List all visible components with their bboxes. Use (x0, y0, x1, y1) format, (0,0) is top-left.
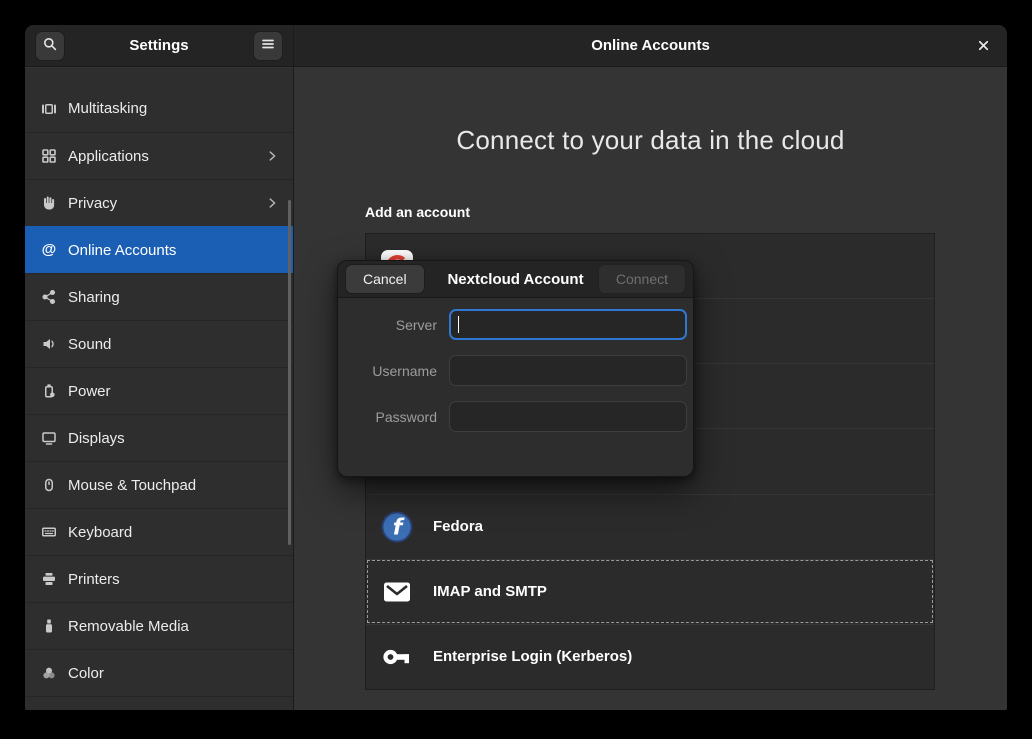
sidebar: Multitasking Applications Privacy @ Onli… (25, 68, 293, 710)
sidebar-item-label: Displays (68, 430, 125, 447)
sidebar-item-privacy[interactable]: Privacy (25, 179, 293, 226)
server-field-row: Server (338, 309, 687, 340)
password-field-row: Password (338, 401, 687, 432)
sound-icon (41, 336, 57, 352)
sidebar-item-applications[interactable]: Applications (25, 132, 293, 179)
printers-icon (41, 571, 57, 587)
hamburger-menu-icon (260, 36, 276, 57)
sidebar-item-label: Power (68, 383, 111, 400)
sidebar-titlebar: Settings (25, 25, 293, 67)
username-input[interactable] (449, 355, 687, 386)
text-cursor (458, 316, 459, 333)
sidebar-item-sharing[interactable]: Sharing (25, 273, 293, 320)
sidebar-item-label: Keyboard (68, 524, 132, 541)
online-accounts-icon: @ (41, 242, 57, 258)
sidebar-item-label: Sharing (68, 289, 120, 306)
email-icon (381, 576, 413, 608)
sidebar-item-online-accounts[interactable]: @ Online Accounts (25, 226, 293, 273)
sidebar-item-keyboard[interactable]: Keyboard (25, 508, 293, 555)
sidebar-item-label: Applications (68, 148, 149, 165)
page-title: Online Accounts (294, 37, 1007, 54)
account-row-label: Enterprise Login (Kerberos) (433, 648, 632, 665)
sidebar-scrollbar[interactable] (288, 200, 291, 545)
close-window-button[interactable] (975, 38, 991, 54)
search-icon (42, 36, 58, 57)
multitasking-icon (41, 101, 57, 117)
sidebar-item-mouse-touchpad[interactable]: Mouse & Touchpad (25, 461, 293, 508)
panel-heading: Connect to your data in the cloud (294, 125, 1007, 156)
connect-button[interactable]: Connect (598, 264, 686, 294)
sharing-icon (41, 289, 57, 305)
displays-icon (41, 430, 57, 446)
sidebar-item-label: Privacy (68, 195, 117, 212)
sidebar-item-label: Sound (68, 336, 111, 353)
key-icon (381, 641, 413, 673)
power-icon (41, 383, 57, 399)
sidebar-item-label: Online Accounts (68, 242, 176, 259)
search-button[interactable] (35, 31, 65, 61)
password-input[interactable] (449, 401, 687, 432)
sidebar-item-label: Removable Media (68, 618, 189, 635)
dialog-headerbar: Nextcloud Account Cancel Connect (338, 261, 693, 298)
fedora-logo: f (381, 511, 413, 543)
keyboard-icon (41, 524, 57, 540)
privacy-icon (41, 195, 57, 211)
account-row-imap-smtp[interactable]: IMAP and SMTP (366, 559, 934, 624)
settings-window: Settings Online Accounts Multitasking (25, 25, 1007, 710)
server-input[interactable] (449, 309, 687, 340)
account-row-label: IMAP and SMTP (433, 583, 547, 600)
server-field-label: Server (338, 317, 437, 333)
sidebar-item-clipped (25, 696, 293, 710)
sidebar-item-displays[interactable]: Displays (25, 414, 293, 461)
hamburger-menu-button[interactable] (253, 31, 283, 61)
add-account-section-label: Add an account (365, 204, 470, 220)
username-field-row: Username (338, 355, 687, 386)
main-titlebar: Online Accounts (294, 25, 1007, 67)
sidebar-item-printers[interactable]: Printers (25, 555, 293, 602)
close-icon (976, 38, 991, 58)
account-row-enterprise-login[interactable]: Enterprise Login (Kerberos) (366, 624, 934, 689)
color-icon (41, 665, 57, 681)
sidebar-item-label: Multitasking (68, 100, 147, 117)
sidebar-item-power[interactable]: Power (25, 367, 293, 414)
applications-icon (41, 148, 57, 164)
removable-media-icon (41, 618, 57, 634)
sidebar-item-color[interactable]: Color (25, 649, 293, 696)
sidebar-item-multitasking[interactable]: Multitasking (25, 85, 293, 132)
sidebar-item-sound[interactable]: Sound (25, 320, 293, 367)
cancel-button[interactable]: Cancel (345, 264, 425, 294)
nextcloud-account-dialog: Nextcloud Account Cancel Connect Server … (337, 260, 694, 477)
password-field-label: Password (338, 409, 437, 425)
username-field-label: Username (338, 363, 437, 379)
account-row-label: Fedora (433, 518, 483, 535)
chevron-right-icon (265, 196, 279, 210)
sidebar-item-label: Color (68, 665, 104, 682)
sidebar-item-label: Mouse & Touchpad (68, 477, 196, 494)
sidebar-item-label: Printers (68, 571, 120, 588)
chevron-right-icon (265, 149, 279, 163)
mouse-icon (41, 477, 57, 493)
account-row-fedora[interactable]: f Fedora (366, 494, 934, 559)
sidebar-item-removable-media[interactable]: Removable Media (25, 602, 293, 649)
